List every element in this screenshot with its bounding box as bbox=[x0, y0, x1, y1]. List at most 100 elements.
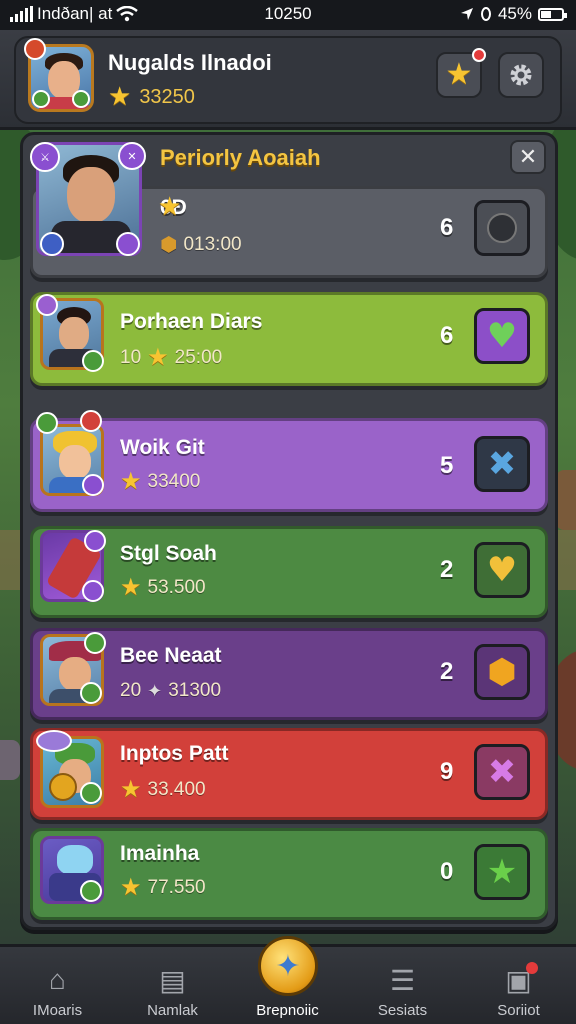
leaderboard-row[interactable] bbox=[30, 526, 548, 618]
location-icon bbox=[460, 8, 473, 20]
close-button[interactable]: ✕ bbox=[510, 140, 546, 174]
player-name: Nugalds Ilnadoi bbox=[108, 50, 272, 75]
row-action-button[interactable]: ✖ bbox=[474, 436, 530, 492]
player-score-row: ★ 33250 bbox=[108, 84, 195, 110]
row-score: 25:00 bbox=[174, 347, 223, 368]
row-sub: 10 ★ 25:00 bbox=[120, 346, 222, 370]
row-action-button[interactable] bbox=[474, 200, 530, 256]
nav-item-shop[interactable]: ▣ Soriiot bbox=[461, 947, 576, 1024]
panel-title: Periorly Aoaiah bbox=[160, 145, 321, 170]
nav-item-list[interactable]: ☰ Sesiats bbox=[345, 947, 460, 1024]
nav-item-home[interactable]: ⌂ IMoaris bbox=[0, 947, 115, 1024]
battery-level bbox=[541, 10, 551, 18]
portrait-check-badge bbox=[80, 682, 102, 704]
alarm-icon bbox=[480, 7, 491, 21]
portrait-shield-badge bbox=[40, 232, 64, 256]
settings-button[interactable] bbox=[498, 52, 544, 98]
star-icon: ★ bbox=[108, 82, 132, 112]
row-count: 6 bbox=[440, 214, 454, 241]
row-sub: ★ 33.400 bbox=[120, 778, 206, 802]
nav-label: IMoaris bbox=[32, 1002, 83, 1019]
portrait-sword-badge bbox=[116, 232, 140, 256]
nav-label: Brepnoiic bbox=[256, 1002, 319, 1019]
notification-dot bbox=[525, 962, 538, 974]
row-action-button[interactable]: ♥ bbox=[474, 542, 530, 598]
row-count: 0 bbox=[440, 858, 454, 885]
status-bar: Indðan| at 10250 45% bbox=[0, 0, 576, 30]
nav-label: Soriiot bbox=[497, 1002, 540, 1019]
star-icon: ★ bbox=[120, 468, 142, 495]
row-count: 9 bbox=[440, 758, 454, 785]
leaderboard-row[interactable] bbox=[30, 628, 548, 720]
star-icon: ★ bbox=[120, 874, 142, 901]
portrait-badge bbox=[36, 412, 58, 434]
portrait-badge bbox=[84, 632, 106, 654]
circle-icon bbox=[487, 213, 517, 243]
portrait-badge bbox=[36, 294, 58, 316]
row-score: 31300 bbox=[168, 680, 222, 701]
avatar-rank-badge bbox=[32, 90, 50, 108]
row-action-button[interactable]: ✖ bbox=[474, 744, 530, 800]
star-icon: ★ bbox=[445, 57, 473, 92]
battery-icon bbox=[538, 7, 567, 21]
heart-icon: ♥ bbox=[486, 316, 518, 356]
x-icon: ✖ bbox=[487, 444, 517, 484]
leaderboard-row[interactable] bbox=[30, 728, 548, 820]
row-score: 77.550 bbox=[147, 877, 206, 898]
nav-label: Sesiats bbox=[377, 1002, 428, 1019]
portrait-check-badge bbox=[80, 782, 102, 804]
row-rank: 10 bbox=[120, 347, 142, 368]
row-name: Inptos Patt bbox=[120, 742, 229, 765]
home-icon: ⌂ bbox=[49, 964, 66, 995]
row-sub: 20 ✦ 31300 bbox=[120, 680, 221, 702]
close-icon: ✕ bbox=[518, 144, 538, 170]
row-score: 53.500 bbox=[147, 577, 206, 598]
row-count: 6 bbox=[440, 322, 454, 349]
battery-percent: 45% bbox=[497, 4, 532, 23]
row-count: 5 bbox=[440, 452, 454, 479]
leaderboard-row[interactable] bbox=[30, 828, 548, 920]
leaderboard-row[interactable] bbox=[30, 418, 548, 512]
portrait-check-badge bbox=[82, 350, 104, 372]
shop-icon: ▣ bbox=[502, 962, 538, 996]
row-name: Bee Neaat bbox=[120, 644, 222, 667]
star-icon: ★ bbox=[486, 852, 518, 892]
row-action-button[interactable]: ⬢ bbox=[474, 644, 530, 700]
portrait-badge bbox=[84, 530, 106, 552]
coin-icon: ⬢ bbox=[487, 652, 517, 692]
portrait-close-badge bbox=[80, 410, 102, 432]
row-sub: ★ 53.500 bbox=[120, 576, 206, 600]
avatar-check-badge bbox=[72, 90, 90, 108]
row-action-button[interactable]: ★ bbox=[474, 844, 530, 900]
portrait-check-badge bbox=[82, 474, 104, 496]
row-name: Woik Git bbox=[120, 436, 205, 459]
row-sub: ⬢ 013:00 bbox=[160, 232, 242, 257]
row-sub: ★ 33400 bbox=[120, 470, 200, 494]
cards-icon: ▤ bbox=[159, 964, 186, 996]
sword-icon[interactable]: ✦ bbox=[258, 936, 318, 996]
portrait-swords-badge: ⚔ bbox=[30, 142, 60, 172]
row-name: Stgl Soah bbox=[120, 542, 217, 565]
heart-icon: ♥ bbox=[486, 550, 518, 590]
avatar-level-badge bbox=[24, 38, 46, 60]
portrait-check-badge bbox=[80, 880, 102, 902]
gear-icon bbox=[510, 64, 532, 86]
star-icon: ★ bbox=[147, 344, 169, 371]
portrait-check-badge bbox=[82, 580, 104, 602]
star-icon: ★ bbox=[158, 192, 182, 222]
portrait-badge bbox=[36, 730, 72, 752]
row-action-button[interactable]: ♥ bbox=[474, 308, 530, 364]
x-icon: ✖ bbox=[487, 752, 517, 792]
nav-label: Namlak bbox=[147, 1002, 198, 1019]
portrait-close-badge: ✕ bbox=[118, 142, 146, 170]
row-score: 33.400 bbox=[147, 779, 206, 800]
nav-item-cards[interactable]: ▤ Namlak bbox=[115, 947, 230, 1024]
leaderboard-row[interactable] bbox=[30, 292, 548, 386]
row-rank: 20 bbox=[120, 680, 142, 701]
status-right-group: 45% bbox=[460, 4, 567, 24]
list-icon: ☰ bbox=[389, 964, 416, 996]
favorites-button[interactable]: ★ bbox=[436, 48, 486, 98]
star-icon: ★ bbox=[120, 574, 142, 601]
rock-decoration bbox=[556, 470, 576, 530]
coin-icon: ⬢ bbox=[160, 234, 178, 256]
